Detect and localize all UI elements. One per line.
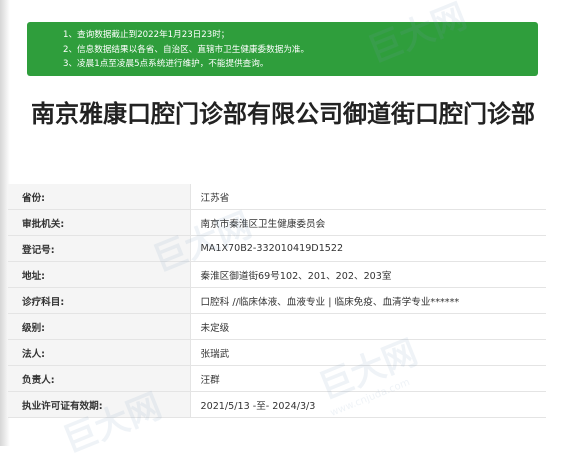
notice-line-1: 1、查询数据截止到2022年1月23日23时； [63, 30, 230, 40]
row-label: 省份: [8, 184, 191, 210]
row-value: 张瑞武 [190, 339, 546, 366]
notice-line-3: 3、凌晨1点至凌晨5点系统进行维护，不能提供查询。 [63, 59, 269, 69]
row-value: 南京市秦淮区卫生健康委员会 [190, 209, 546, 236]
page-title: 南京雅康口腔门诊部有限公司御道街口腔门诊部 [31, 100, 535, 128]
info-table: 省份: 江苏省 审批机关: 南京市秦淮区卫生健康委员会 登记号: MA1X70B… [8, 184, 546, 418]
table-row: 省份: 江苏省 [8, 184, 546, 210]
row-value: 汪群 [190, 365, 546, 392]
row-value: 未定级 [190, 313, 546, 340]
row-label: 级别: [8, 313, 191, 340]
row-label: 地址: [8, 261, 191, 288]
row-label: 审批机关: [8, 209, 191, 236]
row-label: 负责人: [8, 365, 191, 392]
table-row: 执业许可证有效期: 2021/5/13 -至- 2024/3/3 [8, 391, 546, 418]
row-label: 法人: [8, 339, 191, 366]
row-label: 执业许可证有效期: [8, 391, 191, 418]
row-label: 诊疗科目: [8, 287, 191, 314]
notice-banner: 1、查询数据截止到2022年1月23日23时； 2、信息数据结果以各省、自治区、… [27, 22, 538, 76]
row-value: 口腔科 //临床体液、血液专业 | 临床免疫、血清学专业****** [190, 287, 546, 314]
row-value: 江苏省 [190, 184, 546, 210]
row-label: 登记号: [8, 235, 191, 262]
table-row: 审批机关: 南京市秦淮区卫生健康委员会 [8, 209, 546, 236]
table-row: 级别: 未定级 [8, 313, 546, 340]
table-row: 登记号: MA1X70B2-332010419D1522 [8, 235, 546, 262]
row-value: 2021/5/13 -至- 2024/3/3 [190, 391, 546, 418]
table-row: 负责人: 汪群 [8, 365, 546, 392]
row-value: MA1X70B2-332010419D1522 [190, 235, 546, 262]
table-row: 诊疗科目: 口腔科 //临床体液、血液专业 | 临床免疫、血清学专业****** [8, 287, 546, 314]
table-row: 法人: 张瑞武 [8, 339, 546, 366]
notice-line-2: 2、信息数据结果以各省、自治区、直辖市卫生健康委数据为准。 [63, 44, 310, 55]
table-row: 地址: 秦淮区御道街69号102、201、202、203室 [8, 261, 546, 288]
row-value: 秦淮区御道街69号102、201、202、203室 [190, 261, 546, 288]
